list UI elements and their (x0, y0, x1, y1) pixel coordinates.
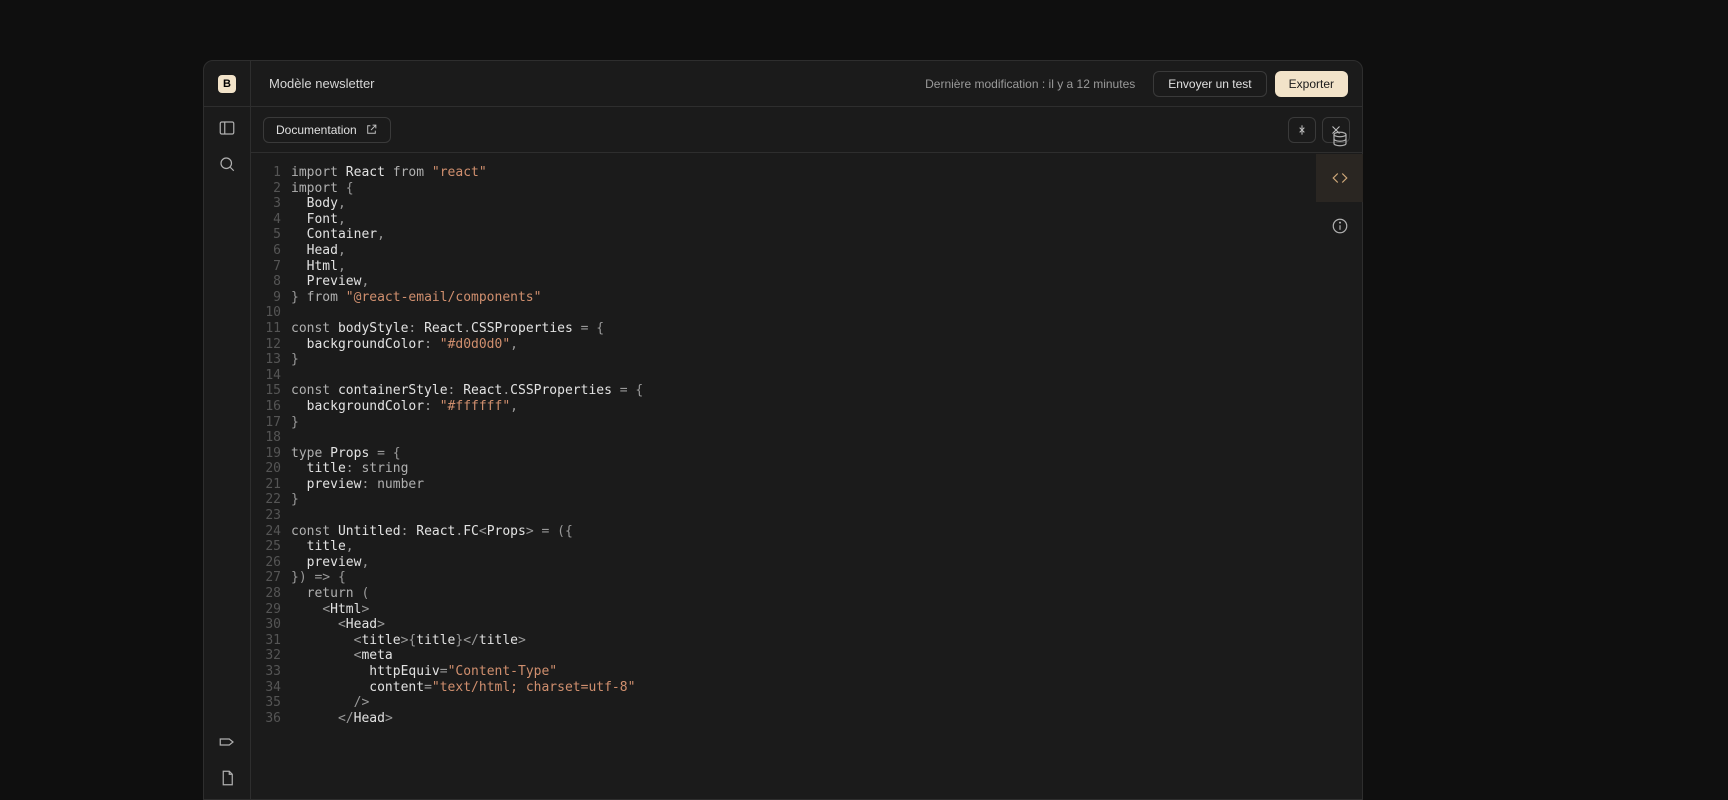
line-gutter: 1234567891011121314151617181920212223242… (251, 165, 291, 799)
database-icon (1331, 130, 1349, 148)
sidebar-icon (218, 119, 236, 137)
code-content: import React from "react"import { Body, … (291, 165, 1362, 799)
search-button[interactable] (218, 155, 236, 173)
collapse-button[interactable] (1288, 117, 1316, 143)
info-icon (1331, 217, 1349, 235)
file-button[interactable] (218, 769, 236, 787)
right-sidebar (1316, 106, 1363, 250)
code-icon (1331, 169, 1349, 187)
last-modified-value: il y a 12 minutes (1049, 77, 1136, 91)
last-modified: Dernière modification : il y a 12 minute… (925, 77, 1135, 91)
header-divider (250, 61, 251, 107)
app-logo[interactable]: B (218, 75, 236, 93)
search-icon (218, 155, 236, 173)
tag-button[interactable] (218, 733, 236, 751)
left-sidebar (204, 107, 251, 799)
collapse-icon (1295, 123, 1309, 137)
info-tab[interactable] (1316, 202, 1363, 250)
app-header: B Modèle newsletter Dernière modificatio… (204, 61, 1362, 107)
export-button[interactable]: Exporter (1275, 71, 1348, 97)
documentation-label: Documentation (276, 123, 357, 137)
documentation-button[interactable]: Documentation (263, 117, 391, 143)
last-modified-label: Dernière modification : (925, 77, 1045, 91)
panel-toggle-button[interactable] (218, 119, 236, 137)
main-panel: Documentation 12345678910111213141516171… (251, 107, 1362, 799)
send-test-button[interactable]: Envoyer un test (1153, 71, 1266, 97)
code-toolbar: Documentation (251, 107, 1362, 153)
code-editor[interactable]: 1234567891011121314151617181920212223242… (251, 153, 1362, 799)
data-tab[interactable] (1316, 115, 1363, 163)
tag-icon (218, 733, 236, 751)
page-title: Modèle newsletter (269, 76, 375, 91)
external-link-icon (365, 123, 378, 136)
file-icon (218, 769, 236, 787)
